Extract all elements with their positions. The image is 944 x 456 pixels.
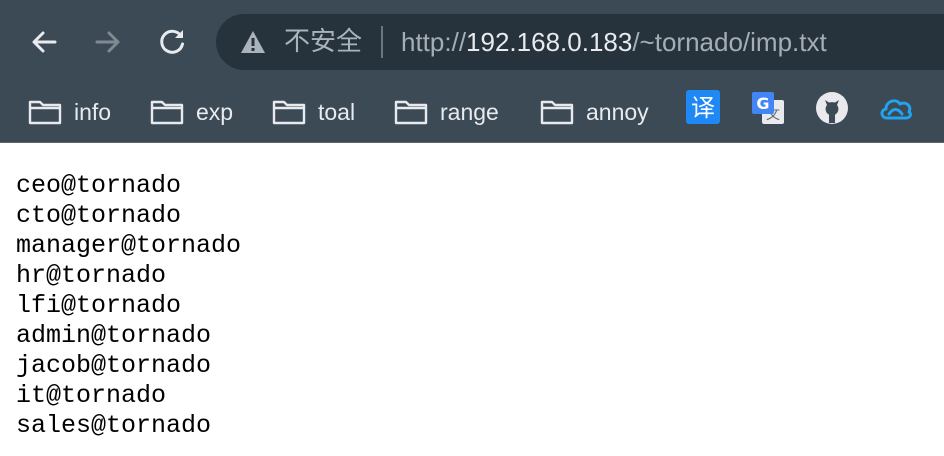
bookmark-label: annoy — [586, 98, 649, 125]
text-line: lfi@tornado — [16, 291, 182, 320]
github-icon[interactable] — [814, 90, 850, 126]
folder-icon — [150, 100, 184, 125]
url-text[interactable]: http://192.168.0.183/~tornado/imp.txt — [401, 26, 827, 58]
text-line: admin@tornado — [16, 321, 212, 350]
folder-icon — [394, 100, 428, 125]
text-line: sales@tornado — [16, 411, 212, 440]
reload-button[interactable] — [152, 22, 192, 62]
reload-icon — [160, 29, 184, 54]
forward-button[interactable] — [88, 22, 128, 62]
warning-icon[interactable] — [240, 29, 266, 55]
bookmark-folder-exp[interactable]: exp — [150, 90, 233, 134]
arrow-right-icon — [95, 31, 120, 53]
google-translate-icon[interactable]: 文 G — [750, 90, 786, 126]
back-button[interactable] — [24, 22, 64, 62]
url-host: 192.168.0.183 — [466, 27, 633, 57]
text-line: ceo@tornado — [16, 171, 182, 200]
folder-icon — [28, 100, 62, 125]
arrow-left-icon — [32, 31, 57, 53]
security-status-label[interactable]: 不安全 — [284, 26, 362, 58]
folder-icon — [540, 100, 574, 125]
bookmark-folder-info[interactable]: info — [28, 90, 111, 134]
text-line: hr@tornado — [16, 261, 167, 290]
text-line: it@tornado — [16, 381, 167, 410]
bookmark-folder-range[interactable]: range — [394, 90, 499, 134]
address-separator — [381, 26, 383, 58]
folder-icon — [272, 100, 306, 125]
bookmark-folder-toal[interactable]: toal — [272, 90, 355, 134]
chrome-divider — [0, 142, 944, 143]
bookmarks-bar: info exp toal range annoy 译 文 G — [0, 82, 944, 142]
plain-text-document: ceo@tornado cto@tornado manager@tornado hr@… — [16, 171, 241, 441]
text-line: cto@tornado — [16, 201, 182, 230]
bookmark-label: toal — [318, 98, 356, 125]
url-path: /~tornado/imp.txt — [632, 27, 827, 57]
cloud-icon[interactable] — [878, 92, 914, 124]
translate-icon[interactable]: 译 — [686, 90, 720, 124]
translate-glyph: 译 — [691, 94, 715, 122]
bookmark-label: exp — [196, 98, 234, 125]
browser-toolbar: 不安全 http://192.168.0.183/~tornado/imp.tx… — [0, 0, 944, 82]
bookmark-folder-annoy[interactable]: annoy — [540, 90, 649, 134]
address-bar[interactable]: 不安全 http://192.168.0.183/~tornado/imp.tx… — [216, 14, 944, 70]
bookmark-label: range — [440, 98, 499, 125]
browser-chrome: 不安全 http://192.168.0.183/~tornado/imp.tx… — [0, 0, 944, 143]
text-line: manager@tornado — [16, 231, 242, 260]
text-line: jacob@tornado — [16, 351, 212, 380]
google-translate-glyph: G — [756, 94, 769, 113]
url-prefix: http:// — [401, 27, 467, 57]
bookmark-label: info — [74, 98, 112, 125]
